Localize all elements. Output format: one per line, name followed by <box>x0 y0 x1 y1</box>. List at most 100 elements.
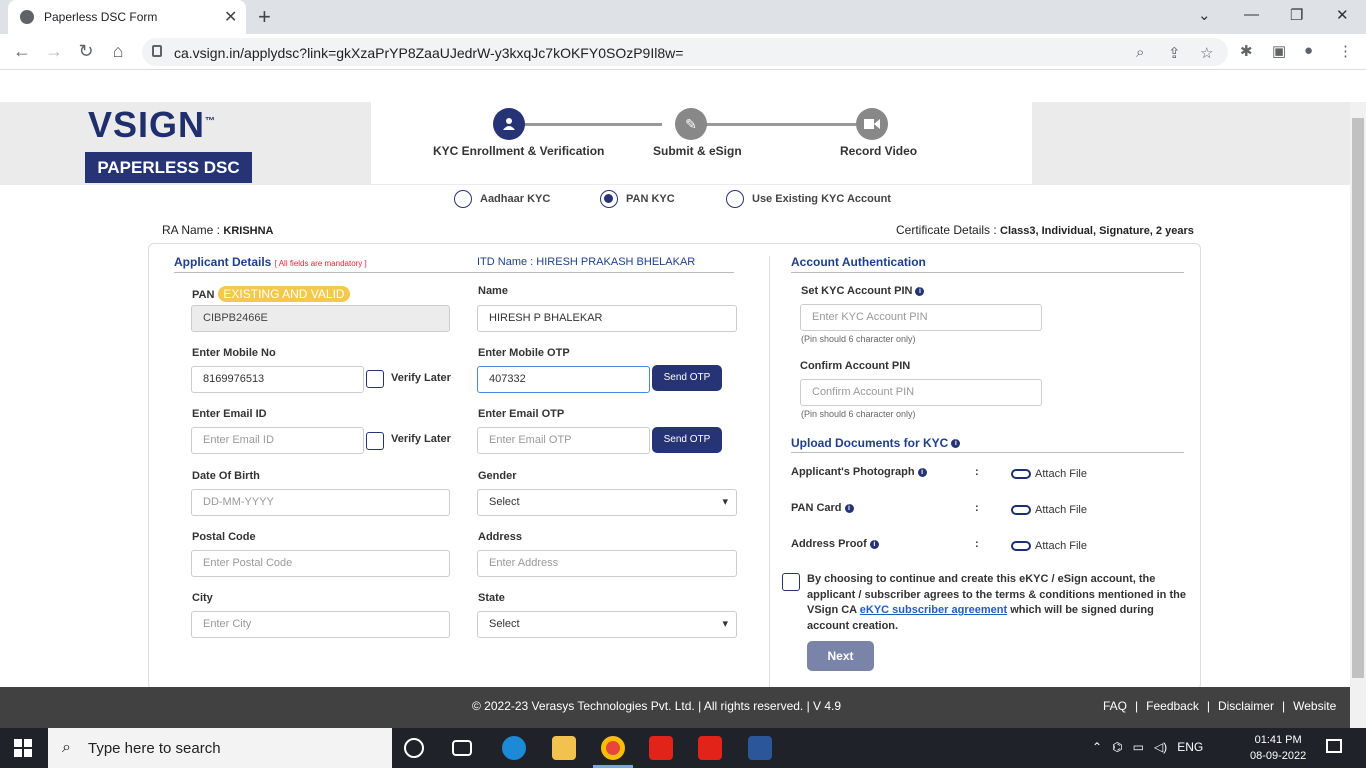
address-bar[interactable]: ca.vsign.in/applydsc?link=gkXzaPrYP8ZaaU… <box>142 38 1228 66</box>
pan-kyc-radio[interactable] <box>600 190 618 208</box>
pan-doc-label: PAN Card i <box>791 502 854 514</box>
tab-search-icon[interactable]: ⌄ <box>1198 6 1211 24</box>
chevron-up-icon[interactable]: ⌃ <box>1092 740 1102 754</box>
close-window-icon[interactable]: ✕ <box>1336 6 1349 24</box>
state-select[interactable]: Select ▾ <box>477 611 737 638</box>
zoom-icon[interactable]: ⌕ <box>1136 44 1144 61</box>
progress-stepper: ✎ KYC Enrollment & Verification Submit &… <box>371 102 1032 184</box>
city-input[interactable]: Enter City <box>191 611 450 638</box>
disclaimer-link[interactable]: Disclaimer <box>1218 699 1274 713</box>
info-icon[interactable]: i <box>951 439 961 449</box>
restore-icon[interactable]: ❐ <box>1290 6 1303 24</box>
mobile-input[interactable]: 8169976513 <box>191 366 364 393</box>
language-indicator[interactable]: ENG <box>1177 740 1203 754</box>
column-divider <box>769 256 770 716</box>
set-pin-label: Set KYC Account PIN i <box>801 285 925 297</box>
confirm-pin-label: Confirm Account PIN <box>800 360 911 372</box>
anydesk-icon-2[interactable] <box>698 736 722 760</box>
taskbar-clock[interactable]: 01:41 PM 08-09-2022 <box>1250 732 1306 764</box>
file-explorer-icon[interactable] <box>552 736 576 760</box>
pin-hint: (Pin should 6 character only) <box>801 334 916 344</box>
email-otp-input[interactable]: Enter Email OTP <box>477 427 650 454</box>
search-icon: ⌕ <box>62 739 71 756</box>
page: VSIGN™ PAPERLESS DSC ✎ KYC Enrollment & … <box>0 70 1366 728</box>
network-icon[interactable]: ⌬ <box>1112 740 1122 754</box>
info-icon[interactable]: i <box>915 286 925 296</box>
attach-text: Attach File <box>1035 504 1087 516</box>
info-icon[interactable]: i <box>917 467 927 477</box>
step-label-video: Record Video <box>840 144 918 158</box>
confirm-pin-hint: (Pin should 6 character only) <box>801 409 916 419</box>
feedback-link[interactable]: Feedback <box>1146 699 1199 713</box>
dob-label: Date Of Birth <box>192 470 260 482</box>
back-icon[interactable]: ← <box>10 41 34 62</box>
faq-link[interactable]: FAQ <box>1103 699 1127 713</box>
subscriber-agreement-link[interactable]: eKYC subscriber agreement <box>860 604 1007 616</box>
windows-start-icon[interactable] <box>14 739 32 757</box>
pan-input[interactable]: CIBPB2466E <box>191 305 450 332</box>
volume-icon[interactable]: ◁) <box>1154 740 1167 754</box>
chrome-icon[interactable] <box>601 736 625 760</box>
info-icon[interactable]: i <box>869 539 879 549</box>
menu-icon[interactable]: ⋮ <box>1338 42 1353 60</box>
agreement-checkbox[interactable] <box>782 573 800 591</box>
close-tab-icon[interactable]: ✕ <box>224 7 237 27</box>
ra-name: RA Name : KRISHNA <box>162 223 274 237</box>
notification-icon[interactable] <box>1326 739 1342 753</box>
mobile-otp-label: Enter Mobile OTP <box>478 347 570 359</box>
browser-toolbar: ← → ↻ ⌂ ca.vsign.in/applydsc?link=gkXzaP… <box>0 34 1366 70</box>
forward-icon[interactable]: → <box>42 41 66 62</box>
address-input[interactable]: Enter Address <box>477 550 737 577</box>
windows-taskbar: ⌕ Type here to search ⌃ ⌬ ▭ ◁) ENG 01:41… <box>0 728 1366 768</box>
paperclip-icon <box>1011 469 1031 480</box>
confirm-pin-input[interactable]: Confirm Account PIN <box>800 379 1042 406</box>
profile-icon[interactable]: ● <box>1304 42 1313 59</box>
edge-icon[interactable] <box>502 736 526 760</box>
email-send-otp-button[interactable]: Send OTP <box>652 427 722 453</box>
existing-kyc-radio[interactable] <box>726 190 744 208</box>
reload-icon[interactable]: ↻ <box>74 41 98 62</box>
email-input[interactable]: Enter Email ID <box>191 427 364 454</box>
website-link[interactable]: Website <box>1293 699 1336 713</box>
bookmark-star-icon[interactable]: ☆ <box>1200 44 1213 62</box>
mandatory-note: [ All fields are mandatory ] <box>274 259 367 268</box>
new-tab-icon[interactable]: + <box>258 4 271 30</box>
mobile-verify-later-checkbox[interactable] <box>366 370 384 388</box>
info-icon[interactable]: i <box>844 503 854 513</box>
mobile-otp-input[interactable]: 407332 <box>477 366 650 393</box>
minimize-icon[interactable]: — <box>1244 6 1259 23</box>
page-scrollbar[interactable] <box>1350 102 1366 728</box>
extensions-icon[interactable]: ✱ <box>1240 42 1253 60</box>
separator: | <box>1135 699 1139 713</box>
battery-icon[interactable]: ▭ <box>1133 740 1144 754</box>
name-input[interactable]: HIRESH P BHALEKAR <box>477 305 737 332</box>
step-label-kyc: KYC Enrollment & Verification <box>433 144 605 158</box>
pan-attach-button[interactable]: Attach File <box>1011 504 1087 516</box>
photo-attach-button[interactable]: Attach File <box>1011 468 1087 480</box>
word-icon[interactable] <box>748 736 772 760</box>
chevron-down-icon: ▾ <box>722 496 728 508</box>
dob-input[interactable]: DD-MM-YYYY <box>191 489 450 516</box>
next-button[interactable]: Next <box>807 641 874 671</box>
itd-name: ITD Name : HIRESH PRAKASH BHELAKAR <box>477 256 696 268</box>
email-verify-later-checkbox[interactable] <box>366 432 384 450</box>
video-icon <box>856 108 888 140</box>
share-icon[interactable]: ⇪ <box>1168 44 1181 62</box>
home-icon[interactable]: ⌂ <box>106 41 130 62</box>
postal-input[interactable]: Enter Postal Code <box>191 550 450 577</box>
address-attach-button[interactable]: Attach File <box>1011 540 1087 552</box>
scrollbar-thumb[interactable] <box>1352 118 1364 678</box>
anydesk-icon[interactable] <box>649 736 673 760</box>
taskbar-search-box[interactable]: ⌕ Type here to search <box>48 728 392 768</box>
set-pin-input[interactable]: Enter KYC Account PIN <box>800 304 1042 331</box>
attach-text: Attach File <box>1035 540 1087 552</box>
task-view-icon[interactable] <box>452 740 472 756</box>
browser-tab[interactable]: Paperless DSC Form ✕ <box>8 0 246 34</box>
cortana-icon[interactable] <box>404 738 424 758</box>
name-label: Name <box>478 285 508 297</box>
postal-label: Postal Code <box>192 531 256 543</box>
side-panel-icon[interactable]: ▣ <box>1272 42 1286 60</box>
mobile-send-otp-button[interactable]: Send OTP <box>652 365 722 391</box>
gender-select[interactable]: Select ▾ <box>477 489 737 516</box>
aadhaar-kyc-radio[interactable] <box>454 190 472 208</box>
